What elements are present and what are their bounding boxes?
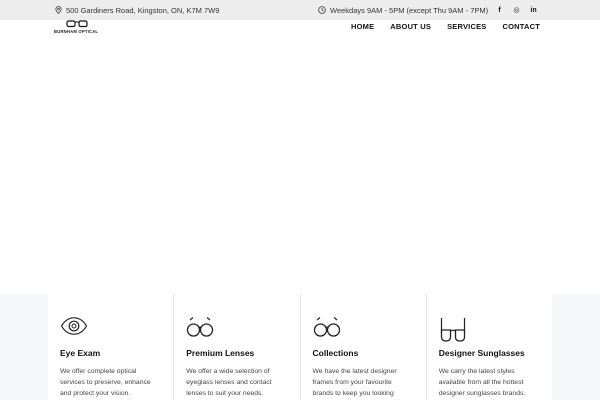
address-info: 500 Gardiners Road, Kingston, ON, K7M 7W…	[55, 0, 219, 20]
facebook-icon[interactable]: f	[491, 7, 508, 14]
linkedin-icon[interactable]: in	[525, 7, 542, 14]
services-cards: Eye Exam We offer complete optical servi…	[48, 294, 552, 400]
eye-icon	[60, 317, 88, 335]
service-description: We carry the latest styles available fro…	[438, 368, 526, 397]
nav-about-us[interactable]: ABOUT US	[390, 22, 431, 31]
social-links: f ◎ in	[491, 0, 542, 20]
location-pin-icon	[55, 6, 62, 14]
service-title: Collections	[312, 348, 359, 358]
service-title: Premium Lenses	[186, 348, 255, 358]
glasses-icon	[313, 317, 340, 337]
service-description: We offer a wide selection of eyeglass le…	[186, 368, 272, 397]
glasses-logo-icon	[66, 20, 88, 28]
service-card-collections[interactable]: Collections We have the latest designer …	[301, 294, 427, 400]
hours-info: Weekdays 9AM - 5PM (except Thu 9AM - 7PM…	[318, 0, 488, 20]
clock-icon	[318, 6, 326, 14]
service-title: Designer Sunglasses	[438, 348, 525, 358]
glasses-icon	[187, 317, 214, 337]
instagram-icon[interactable]: ◎	[508, 6, 525, 14]
main-nav: HOME ABOUT US SERVICES CONTACT	[351, 20, 540, 32]
service-description: We offer complete optical services to pr…	[60, 368, 151, 397]
top-info-bar: 500 Gardiners Road, Kingston, ON, K7M 7W…	[0, 0, 600, 20]
logo-text: BURNHAM OPTICAL	[54, 29, 99, 34]
service-card-eye-exam[interactable]: Eye Exam We offer complete optical servi…	[48, 294, 175, 400]
service-title: Eye Exam	[60, 348, 101, 358]
hours-text: Weekdays 9AM - 5PM (except Thu 9AM - 7PM…	[330, 5, 489, 15]
site-logo[interactable]: BURNHAM OPTICAL	[54, 20, 104, 36]
service-description: We have the latest designer frames from …	[312, 368, 397, 397]
service-card-premium-lenses[interactable]: Premium Lenses We offer a wide selection…	[174, 294, 301, 400]
service-card-designer-sunglasses[interactable]: Designer Sunglasses We carry the latest …	[427, 294, 552, 400]
sunglasses-icon	[440, 318, 465, 342]
nav-home[interactable]: HOME	[351, 22, 374, 31]
nav-contact[interactable]: CONTACT	[502, 22, 540, 31]
address-text: 500 Gardiners Road, Kingston, ON, K7M 7W…	[66, 5, 220, 15]
nav-services[interactable]: SERVICES	[447, 22, 486, 31]
